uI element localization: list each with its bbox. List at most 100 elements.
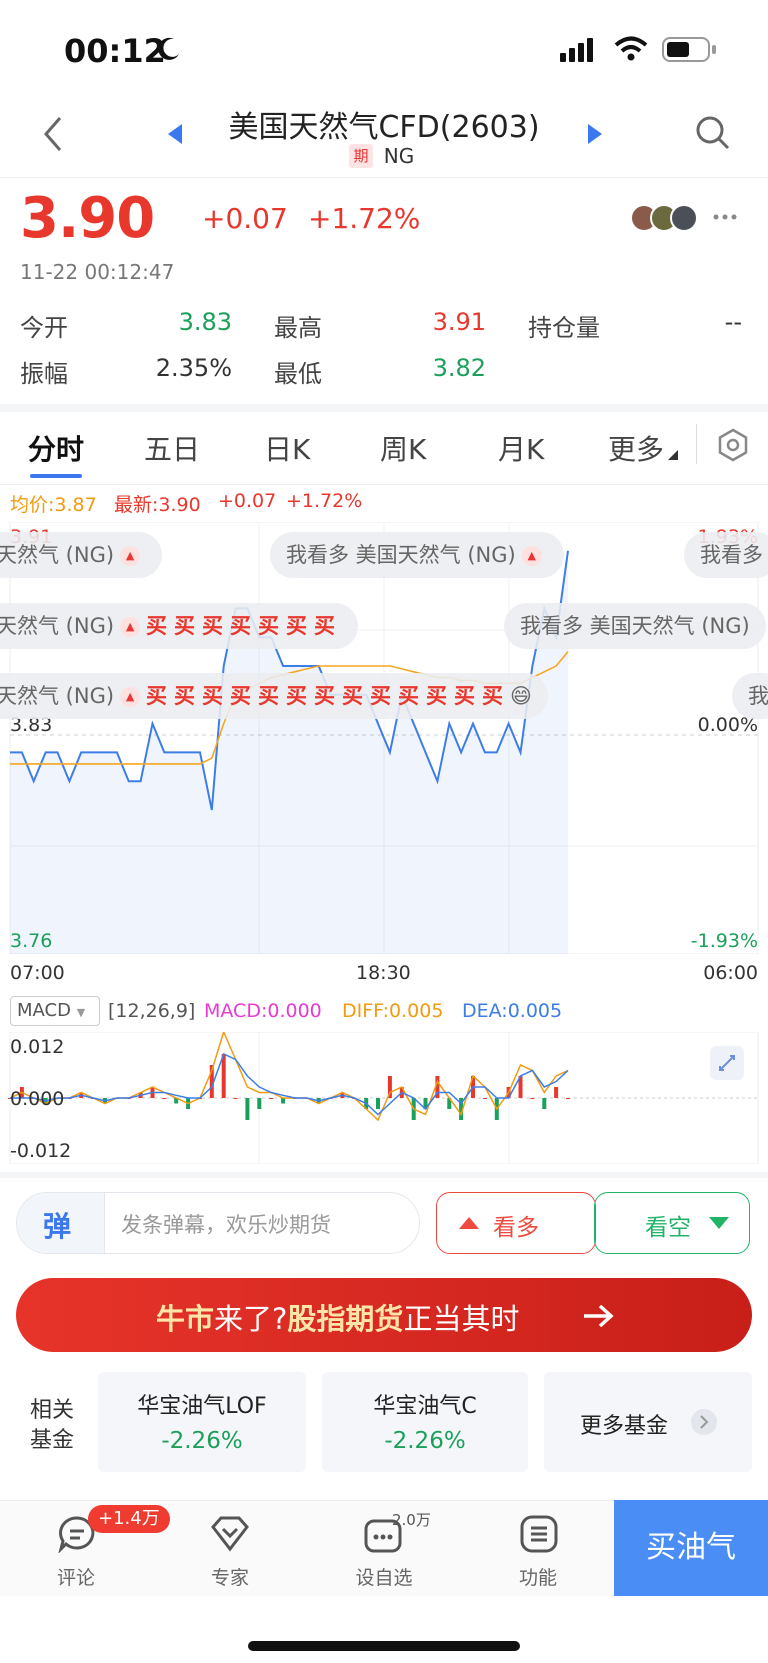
divider [0,404,768,412]
expand-icon [719,1055,735,1071]
page-title: 美国天然气CFD(2603) [228,110,540,145]
macd-bar [554,1087,559,1098]
up-arrow-icon: ▲ [120,617,141,637]
tab-indicator [30,474,82,478]
stat-value-low: 3.82 [432,354,486,382]
tab-daily-k[interactable]: 日K [264,428,310,468]
macd-value: MACD:0.000 [204,1000,322,1022]
related-funds-label: 相关 基金 [30,1398,75,1453]
macd-y-top: 0.012 [10,1036,65,1058]
chevron-down-icon: ▼ [76,1006,86,1019]
quote-timestamp: 11-22 00:12:47 [20,260,175,284]
banner-text-4: 正当其时 [403,1302,520,1336]
symbol-code: NG [383,144,415,168]
bearish-button[interactable]: 看空 [594,1192,750,1254]
search-icon[interactable] [694,114,732,152]
expand-button[interactable] [710,1046,744,1080]
danmaku-item: 我看多 美国天然气 (NG) ▲ [270,532,564,578]
nav-label: 专家 [210,1567,249,1589]
comment-count-badge: +1.4万 [88,1505,170,1533]
nav-functions[interactable]: 功能 [488,1501,588,1597]
more-funds-button[interactable]: 更多基金 [544,1372,752,1472]
up-triangle-icon [459,1217,479,1229]
nav-label: 设自选 [355,1567,413,1589]
up-arrow-icon: ▲ [120,687,141,707]
promo-banner[interactable]: 牛市来了?股指期货正当其时 [16,1278,752,1352]
fund-card[interactable]: 华宝油气LOF -2.26% [98,1372,306,1472]
stat-value-high: 3.91 [432,308,486,336]
indicator-select[interactable]: MACD ▼ [10,996,100,1026]
current-price: 3.90 [20,186,155,251]
nav-experts[interactable]: 专家 [180,1501,280,1597]
signal-icon [560,38,593,62]
y-label-bottom: 3.76 [10,930,53,952]
watchlist-count: 2.0万 [392,1511,431,1529]
macd-bar [566,1098,570,1099]
macd-bar [233,1098,238,1099]
danmaku-input[interactable]: 弹 发条弹幕，欢乐炒期货 [16,1192,420,1254]
tab-intraday[interactable]: 分时 [28,428,84,468]
tab-weekly-k[interactable]: 周K [380,428,426,468]
macd-bar [221,1054,226,1098]
stat-value-oi: -- [724,308,742,336]
bullish-label: 看多 [493,1215,539,1241]
x-label-end: 06:00 [703,962,758,984]
up-arrow-icon: ▲ [521,546,542,566]
bullish-button[interactable]: 看多 [436,1192,596,1254]
status-bar: 00:12 [0,0,768,100]
divider [0,1172,768,1178]
buy-button[interactable]: 买油气 [614,1500,768,1596]
home-indicator [248,1641,520,1651]
status-time: 00:12 [64,32,166,70]
macd-bar [376,1098,380,1109]
macd-bar [482,1098,487,1099]
price-change: +0.07 [202,202,288,235]
macd-bar [257,1098,262,1109]
y-label-right-bottom: -1.93% [690,930,758,952]
dea-line [10,1052,569,1116]
dropdown-corner-icon [668,450,678,460]
chevron-right-icon [691,1409,717,1435]
more-dots-icon[interactable] [712,212,738,222]
intraday-chart[interactable] [0,522,768,954]
nav-label: 评论 [56,1567,95,1589]
next-arrow-icon[interactable] [584,122,604,146]
x-label-mid: 18:30 [356,962,411,984]
macd-bar [530,1098,535,1099]
danmaku-item: 天然气 (NG) ▲ [0,532,163,578]
tab-monthly-k[interactable]: 月K [498,428,544,468]
battery-icon [662,37,716,62]
arrow-right-icon [584,1304,614,1328]
price-change-pct: +1.72% [308,202,421,235]
macd-bar [162,1098,167,1099]
fund-name: 华宝油气LOF [137,1394,267,1419]
avatar-group[interactable] [630,204,706,234]
tab-more[interactable]: 更多 [608,428,664,468]
banner-text-2: 来了? [214,1302,288,1336]
settings-hex-icon[interactable] [716,428,750,462]
macd-params: [12,26,9] [108,1000,196,1022]
avg-price-label: 均价:3.87 [10,494,97,516]
stat-label-low: 最低 [274,360,322,388]
down-triangle-icon [709,1217,729,1229]
stat-value-amplitude: 2.35% [155,354,232,382]
bearish-label: 看空 [645,1215,691,1241]
up-arrow-icon: ▲ [120,546,141,566]
tab-5day[interactable]: 五日 [144,428,200,468]
stat-label-high: 最高 [274,314,322,342]
chart-change: +0.07 [218,490,277,512]
x-label-start: 07:00 [10,962,65,984]
latest-price-label: 最新:3.90 [114,494,201,516]
nav-label: 功能 [518,1567,557,1589]
macd-chart[interactable] [0,1032,768,1164]
danmaku-item: 我看多 [684,532,768,578]
stat-value-open: 3.83 [178,308,232,336]
macd-bar [542,1098,547,1109]
stat-label-open: 今开 [20,314,68,342]
top-nav-bar: 美国天然气CFD(2603) 期 NG [0,96,768,178]
macd-y-mid: 0.000 [10,1088,65,1110]
danmaku-placeholder: 发条弹幕，欢乐炒期货 [121,1213,331,1237]
diff-line [9,1032,569,1122]
fund-card[interactable]: 华宝油气C -2.26% [322,1372,528,1472]
menu-icon [520,1515,558,1553]
